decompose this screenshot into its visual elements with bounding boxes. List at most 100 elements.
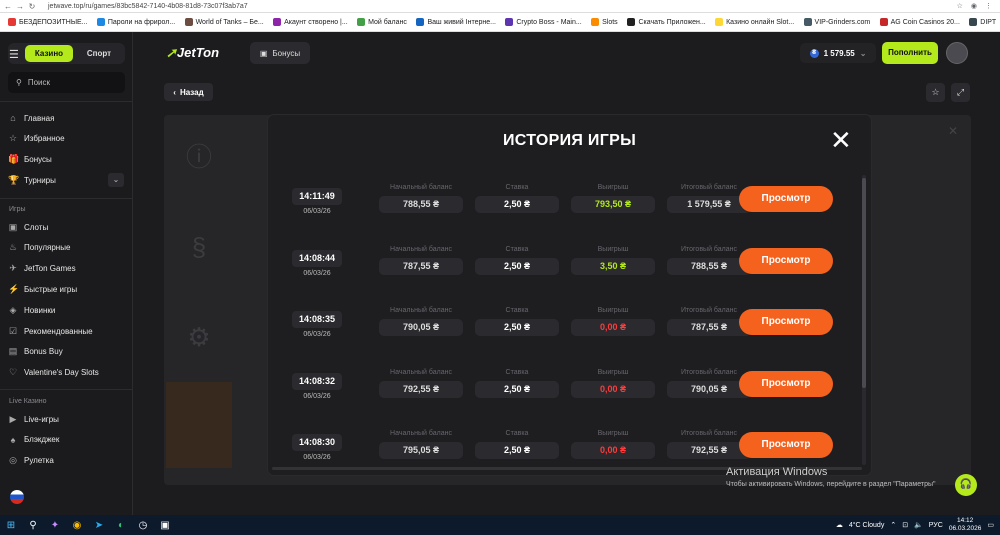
bookmark-item[interactable]: Slots [587, 18, 621, 26]
start-cell: Начальный баланс 787,55 ₴ [379, 246, 463, 275]
win-value: 793,50 ₴ [571, 196, 655, 213]
final-label: Итоговый баланс [680, 184, 738, 191]
bookmark-star-icon[interactable]: ☆ [957, 2, 963, 10]
favorite-star-icon[interactable]: ☆ [926, 83, 945, 102]
avatar[interactable] [946, 42, 968, 64]
sidebar-item[interactable]: 🎁 Бонусы [8, 151, 128, 169]
weather-text[interactable]: 4°C Cloudy [849, 522, 884, 529]
clock-app-icon[interactable]: ◷ [132, 515, 154, 535]
profile-icon[interactable]: ◉ [971, 2, 977, 10]
view-button[interactable]: Просмотр [739, 432, 833, 459]
sidebar-item[interactable]: ♡ Valentine's Day Slots [8, 364, 128, 382]
chrome-icon[interactable]: ◉ [66, 515, 88, 535]
sidebar-item[interactable]: ✈ JetTon Games [8, 260, 128, 278]
network-icon[interactable]: ⊡ [902, 521, 908, 529]
win-cell: Выигрыш 0,00 ₴ [571, 430, 655, 460]
address-bar[interactable]: ← → ↻ jetwave.top/ru/games/83bc5842-7140… [0, 0, 1000, 13]
sidebar-item[interactable]: ☆ Избранное [8, 130, 128, 148]
bookmark-favicon-icon [273, 18, 282, 26]
view-button[interactable]: Просмотр [739, 309, 833, 336]
win-value: 0,00 ₴ [571, 442, 655, 460]
scrollbar-thumb[interactable] [862, 178, 866, 388]
start-value: 792,55 ₴ [379, 380, 463, 398]
fullscreen-icon[interactable]: ⤢ [951, 83, 970, 102]
sidebar-item[interactable]: ♨ Популярные [8, 239, 128, 257]
sidebar-item[interactable]: ♠ Блэкджек [8, 431, 128, 449]
windows-start-icon[interactable]: ⊞ [0, 515, 22, 535]
back-button[interactable]: ‹ Назад [164, 83, 213, 101]
back-arrow-icon[interactable]: ← [4, 2, 12, 11]
tab-casino[interactable]: Казино [25, 45, 73, 62]
balance-selector[interactable]: ₴ 1 579.55 ⌄ [800, 43, 876, 63]
bet-cell: Ставка 2,50 ₴ [475, 369, 559, 398]
bookmark-favicon-icon [505, 18, 514, 26]
bookmark-item[interactable]: World of Tanks – Бе... [181, 18, 268, 26]
telegram-icon[interactable]: ➤ [88, 515, 110, 535]
start-label: Начальный баланс [390, 368, 452, 376]
view-button[interactable]: Просмотр [739, 370, 833, 397]
bookmark-item[interactable]: VIP-Grinders.com [800, 18, 874, 26]
bookmark-favicon-icon [96, 18, 105, 26]
tray-arrow-icon[interactable]: ⌃ [890, 521, 896, 529]
bookmark-item[interactable]: Ваш живий Інтерне... [412, 18, 499, 26]
bookmark-item[interactable]: БЕЗДЕПОЗИТНЫЕ... [4, 18, 91, 26]
win-cell: Выигрыш 793,50 ₴ [571, 184, 655, 213]
history-modal: ИСТОРИЯ ИГРЫ ✕ 14:11:49 06/03/26 Начальный… [268, 115, 871, 475]
slot-icon: ▣ [8, 221, 18, 232]
win-label: Выигрыш [597, 307, 629, 315]
sidebar-item[interactable]: ▶ Live-игры [8, 410, 128, 428]
bet-value: 2,50 ₴ [475, 319, 559, 337]
tab-sport[interactable]: Спорт [75, 45, 123, 62]
bookmark-item[interactable]: Мой баланс [353, 18, 410, 26]
bookmark-favicon-icon [357, 18, 366, 26]
sidebar-item[interactable]: ⌂ Главная [8, 109, 128, 127]
sidebar-item[interactable]: ⚡ Быстрые игры [8, 280, 128, 298]
app-icon[interactable]: ▣ [154, 515, 176, 535]
win-value: 0,00 ₴ [571, 319, 655, 337]
bonus-button[interactable]: ▣ Бонусы [250, 42, 310, 64]
rules-icon: § [191, 232, 207, 262]
start-value: 787,55 ₴ [379, 257, 463, 275]
win-label: Выигрыш [597, 245, 629, 253]
menu-icon[interactable]: ⋮ [985, 2, 992, 10]
language-flag-icon[interactable] [10, 490, 24, 504]
view-button[interactable]: Просмотр [739, 247, 833, 274]
sidebar-item[interactable]: ◈ Новинки [8, 301, 128, 319]
bookmark-item[interactable]: Скачать Приложен... [623, 18, 709, 26]
edge-icon[interactable]: ◐ [110, 515, 132, 535]
view-button[interactable]: Просмотр [739, 186, 833, 212]
chevron-down-icon[interactable]: ⌄ [108, 173, 124, 187]
sidebar-item[interactable]: ▤ Bonus Buy [8, 343, 128, 361]
close-icon[interactable]: ✕ [830, 127, 852, 153]
bookmark-item[interactable]: Казино онлайн Slot... [711, 18, 797, 26]
search-input[interactable]: ⚲ Поиск [8, 72, 125, 93]
language-indicator[interactable]: РУС [929, 522, 943, 529]
casino-sport-switch: Казино Спорт [8, 43, 125, 64]
bookmark-item[interactable]: Crypto Boss - Main... [501, 18, 585, 26]
url-text[interactable]: jetwave.top/ru/games/83bc5842-7140-4b08-… [48, 3, 248, 10]
topup-button[interactable]: Пополнить [882, 42, 938, 64]
forward-arrow-icon[interactable]: → [16, 2, 24, 11]
reload-icon[interactable]: ↻ [28, 2, 36, 11]
sidebar-item[interactable]: ◎ Рулетка [8, 452, 128, 470]
start-label: Начальный баланс [390, 184, 452, 191]
sidebar-item[interactable]: ☑ Рекомендованные [8, 322, 128, 340]
balance-value: 1 579.55 [823, 48, 855, 58]
bookmark-favicon-icon [591, 18, 600, 26]
notification-icon[interactable]: ▭ [987, 521, 994, 529]
bookmarks-bar: БЕЗДЕПОЗИТНЫЕ... Пароли на фрирол... World… [0, 13, 1000, 32]
bookmark-item[interactable]: DIPT [965, 18, 1000, 26]
start-cell: Начальный баланс 795,05 ₴ [379, 430, 463, 460]
support-chat-icon[interactable]: 🎧 [955, 474, 977, 496]
search-icon[interactable]: ⚲ [22, 515, 44, 535]
volume-icon[interactable]: 🔈 [914, 521, 923, 529]
bookmark-item[interactable]: AG Coin Casinos 20... [876, 18, 964, 26]
bookmark-item[interactable]: Пароли на фрирол... [93, 18, 179, 26]
sidebar-item[interactable]: ▣ Слоты [8, 218, 128, 236]
bet-label: Ставка [505, 307, 529, 315]
copilot-icon[interactable]: ✦ [44, 515, 66, 535]
hamburger-icon[interactable]: ☰ [9, 48, 19, 61]
clock[interactable]: 14:12 06.03.2026 [949, 517, 982, 533]
bookmark-item[interactable]: Акаунт створено |... [269, 18, 351, 26]
jetton-logo[interactable]: ➚JetTon [166, 45, 219, 61]
